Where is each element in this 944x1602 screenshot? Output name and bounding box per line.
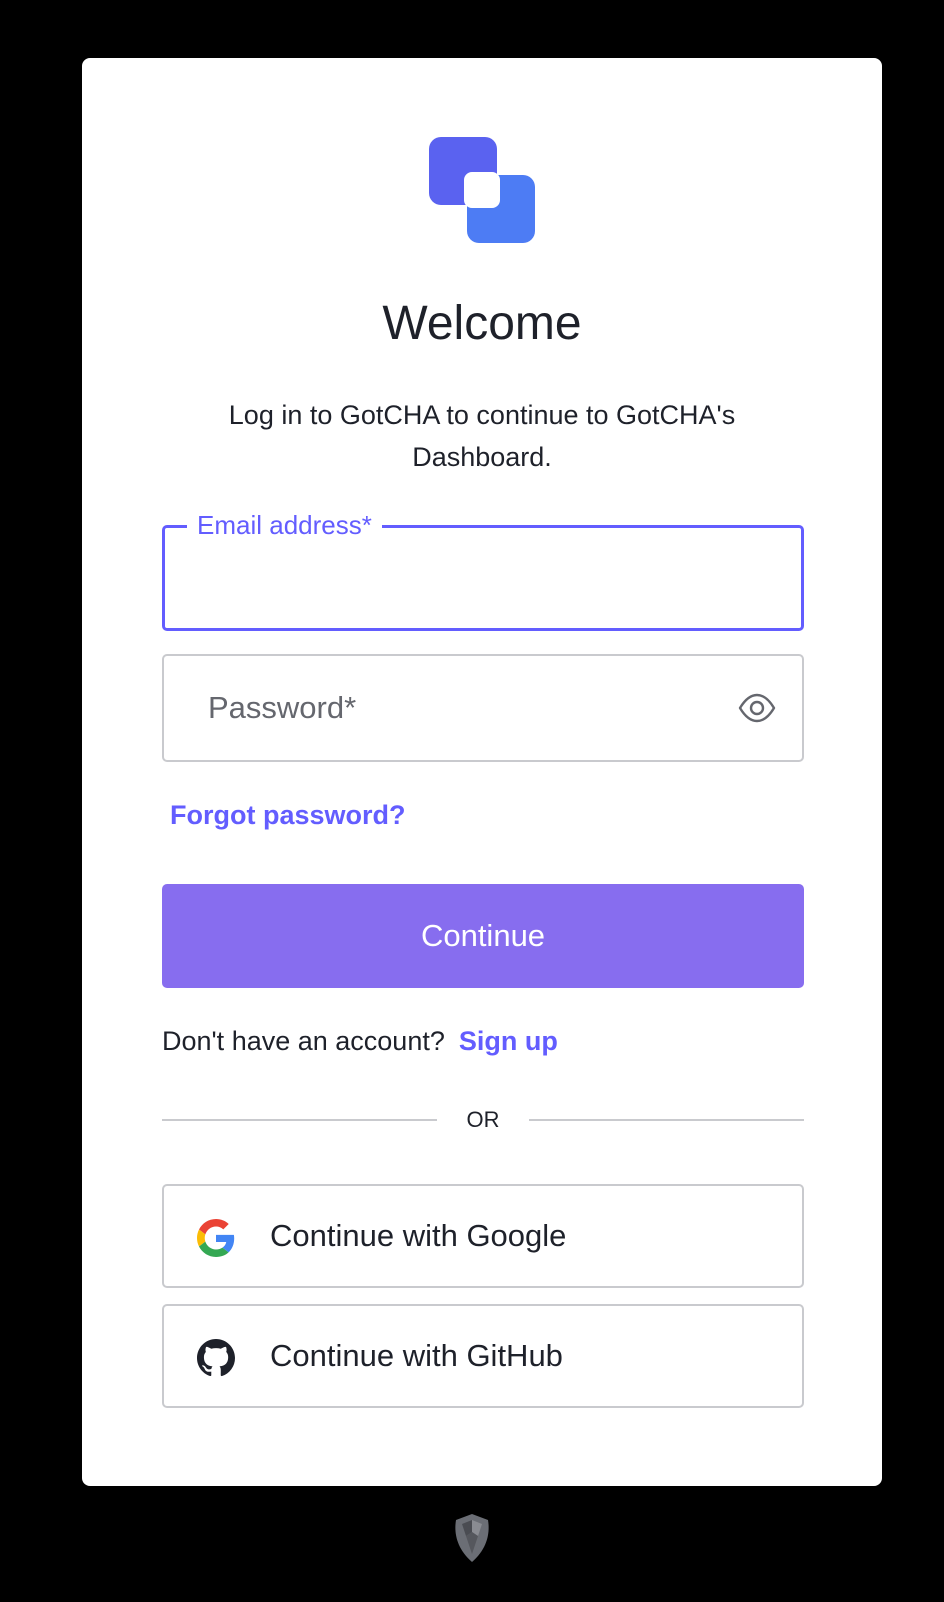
google-icon (197, 1219, 235, 1257)
login-card: Welcome Log in to GotCHA to continue to … (82, 58, 882, 1486)
continue-with-google-button[interactable]: Continue with Google (162, 1184, 804, 1288)
divider-line-right (529, 1119, 804, 1121)
google-button-label: Continue with Google (270, 1218, 567, 1253)
forgot-password-link[interactable]: Forgot password? (170, 798, 406, 832)
auth0-shield-icon (455, 1514, 489, 1562)
page-subtitle: Log in to GotCHA to continue to GotCHA's… (228, 400, 736, 472)
gotcha-logo-icon (429, 137, 535, 243)
password-field[interactable] (162, 654, 804, 762)
password-input[interactable] (164, 656, 802, 760)
continue-button[interactable]: Continue (162, 884, 804, 988)
github-icon (197, 1339, 235, 1377)
signup-row: Don't have an account? Sign up (162, 1024, 558, 1058)
signup-link[interactable]: Sign up (459, 1026, 558, 1056)
github-button-label: Continue with GitHub (270, 1338, 563, 1373)
continue-with-github-button[interactable]: Continue with GitHub (162, 1304, 804, 1408)
eye-icon[interactable] (738, 692, 776, 724)
email-input[interactable] (165, 528, 801, 628)
page-title: Welcome (382, 297, 582, 350)
signup-prompt: Don't have an account? (162, 1026, 445, 1056)
email-field[interactable]: Email address* (162, 508, 804, 631)
or-divider: OR (162, 1102, 804, 1138)
